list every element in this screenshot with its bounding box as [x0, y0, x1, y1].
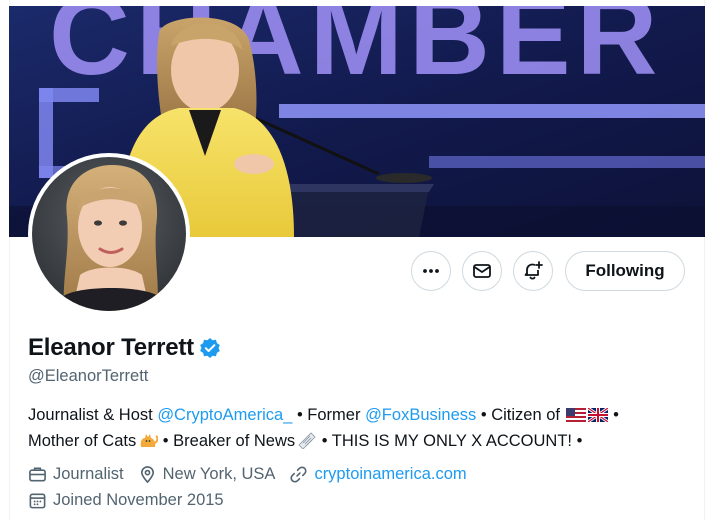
- mention-link[interactable]: @CryptoAmerica_: [157, 406, 292, 424]
- bio-text: Journalist & Host: [28, 406, 158, 424]
- location-label: New York, USA: [162, 465, 276, 483]
- mention-link[interactable]: @FoxBusiness: [365, 406, 476, 424]
- link-icon: [290, 466, 307, 483]
- joined-item: Joined November 2015: [28, 491, 224, 510]
- bio-text: •: [608, 406, 619, 424]
- bell-plus-icon: [524, 261, 543, 280]
- bio-line-1: Journalist & Host @CryptoAmerica_ • Form…: [28, 403, 688, 429]
- profile-photo-icon: [32, 157, 186, 311]
- bio-line-2: Mother of Cats • Breaker of News • THIS …: [28, 429, 688, 456]
- bio-text: • Former: [292, 406, 366, 424]
- more-button[interactable]: [411, 251, 451, 291]
- briefcase-icon: [29, 467, 46, 482]
- notifications-button[interactable]: [513, 251, 553, 291]
- more-icon: [423, 269, 439, 273]
- profession-label: Journalist: [53, 465, 124, 483]
- profile-handle: @EleanorTerrett: [28, 367, 149, 385]
- profile-bio: Journalist & Host @CryptoAmerica_ • Form…: [28, 403, 688, 456]
- profile-avatar[interactable]: [28, 153, 190, 315]
- joined-label: Joined November 2015: [53, 491, 224, 509]
- message-button[interactable]: [462, 251, 502, 291]
- website-item[interactable]: cryptoinamerica.com: [289, 465, 467, 484]
- profile-joined-row: Joined November 2015: [28, 491, 238, 510]
- location-item: New York, USA: [138, 465, 276, 484]
- cat-emoji-icon: [138, 431, 159, 456]
- profile-name-row: Eleanor Terrett: [28, 334, 221, 362]
- bio-text: Mother of Cats: [28, 432, 137, 450]
- following-button[interactable]: Following: [565, 251, 685, 291]
- verified-badge-icon[interactable]: [199, 337, 221, 359]
- bio-text: • Citizen of: [476, 406, 565, 424]
- profile-name: Eleanor Terrett: [28, 334, 194, 361]
- profile-meta-row: Journalist New York, USA cryptoinamerica…: [28, 465, 481, 484]
- bio-text: • Breaker of News: [158, 432, 296, 450]
- calendar-icon: [29, 493, 46, 509]
- uk-flag-icon: [586, 405, 609, 429]
- banner-backdrop-text: CHAMBER: [49, 6, 663, 98]
- envelope-icon: [473, 264, 491, 278]
- location-pin-icon: [140, 466, 154, 484]
- us-flag-icon: [565, 405, 586, 429]
- profession-item: Journalist: [28, 465, 124, 484]
- website-link[interactable]: cryptoinamerica.com: [314, 465, 466, 484]
- newspaper-emoji-icon: [297, 431, 317, 456]
- bio-text: • THIS IS MY ONLY X ACCOUNT! •: [317, 432, 583, 450]
